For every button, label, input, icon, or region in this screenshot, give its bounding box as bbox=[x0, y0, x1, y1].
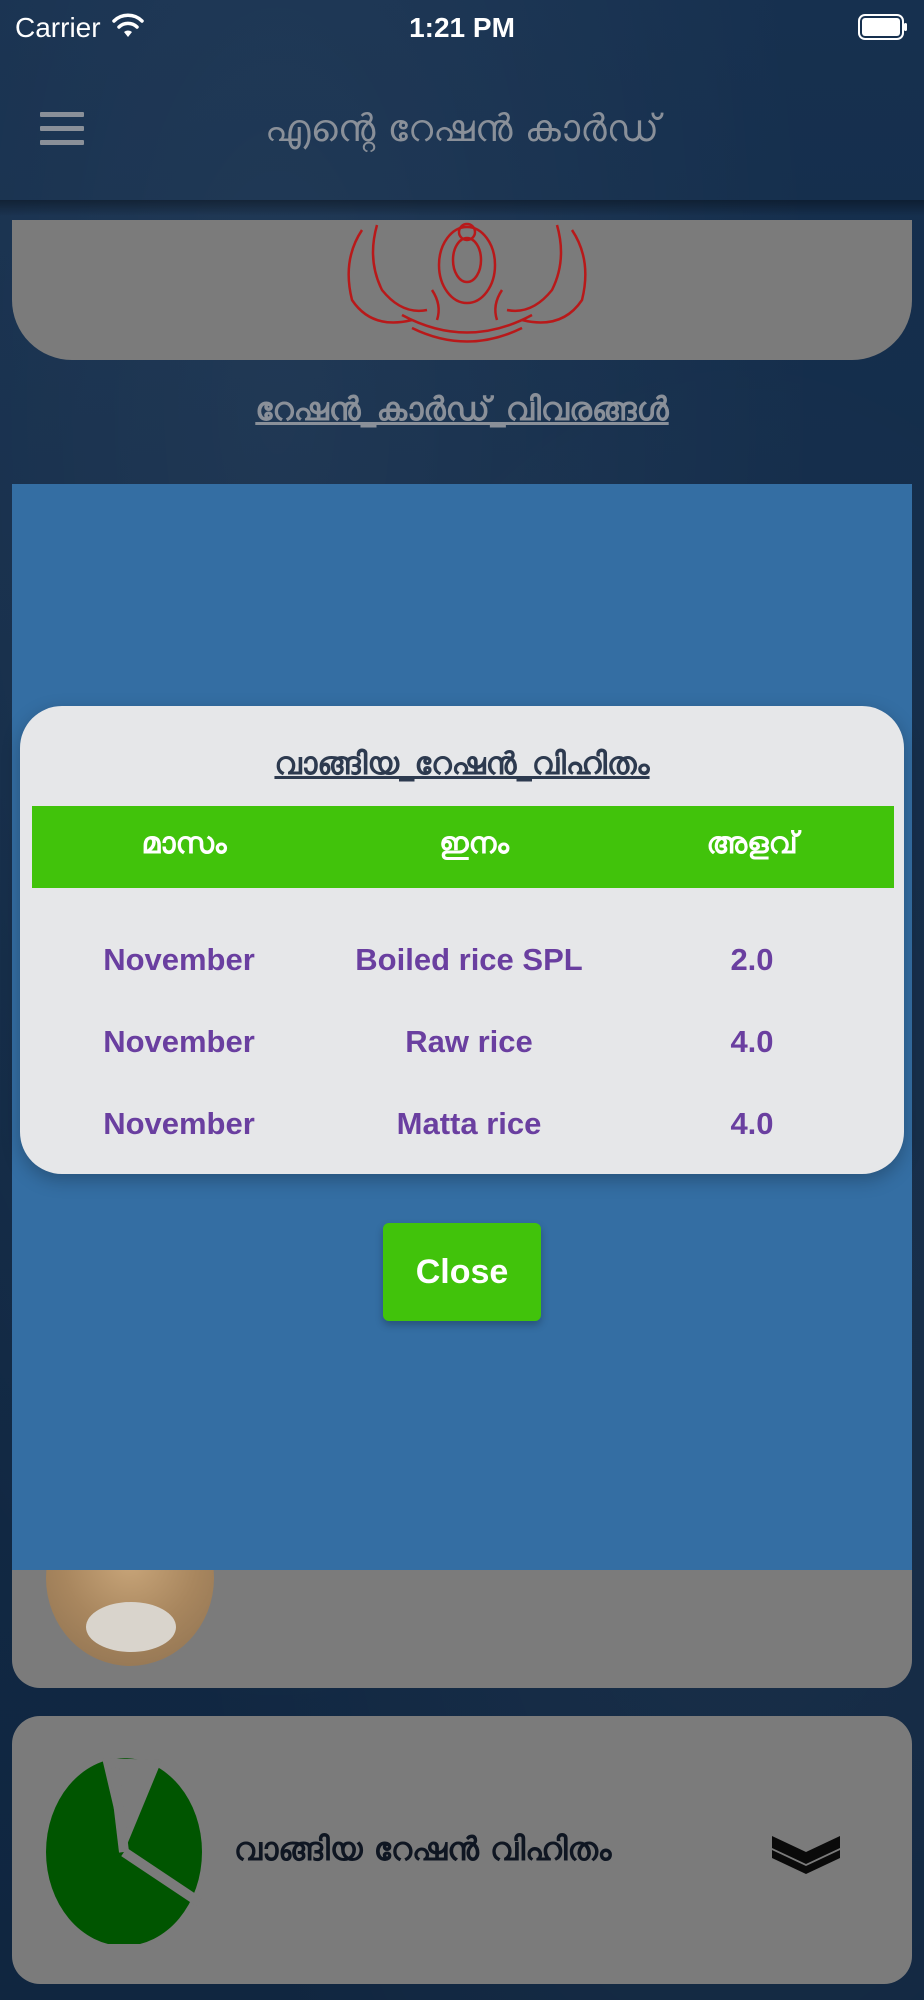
emblem-card bbox=[12, 220, 912, 360]
cell-month: November bbox=[103, 942, 255, 977]
cell-item: Boiled rice SPL bbox=[355, 942, 583, 977]
column-header-month: മാസം bbox=[141, 826, 227, 861]
table-row: November Raw rice 4.0 bbox=[32, 1016, 894, 1076]
cell-month: November bbox=[103, 1106, 255, 1141]
column-header-item: ഇനം bbox=[439, 826, 509, 861]
clock: 1:21 PM bbox=[409, 12, 515, 43]
table-row: November Boiled rice SPL 2.0 bbox=[32, 934, 894, 994]
cell-quantity: 2.0 bbox=[730, 942, 774, 977]
cell-item: Raw rice bbox=[405, 1024, 533, 1059]
app-header: എന്റെ റേഷൻ കാർഡ് bbox=[0, 56, 924, 208]
header-shadow bbox=[0, 200, 924, 216]
cell-quantity: 4.0 bbox=[730, 1106, 774, 1141]
column-header-quantity: അളവ് bbox=[706, 826, 798, 861]
dialog-title: വാങ്ങിയ_റേഷൻ_വിഹിതം bbox=[274, 746, 650, 782]
close-button[interactable]: Close bbox=[383, 1223, 541, 1321]
table-row: November Matta rice 4.0 bbox=[32, 1098, 894, 1158]
pie-chart-icon bbox=[46, 1758, 202, 1944]
table-header: മാസം ഇനം അളവ് bbox=[32, 806, 894, 888]
chevron-down-icon[interactable] bbox=[770, 1830, 842, 1874]
status-bar: Carrier 1:21 PM bbox=[0, 0, 924, 56]
page-title: എന്റെ റേഷൻ കാർഡ് bbox=[264, 106, 660, 150]
ration-card-details-link[interactable]: റേഷൻ_കാർഡ്_വിവരങ്ങൾ bbox=[0, 390, 924, 429]
cell-item: Matta rice bbox=[396, 1106, 542, 1141]
cell-quantity: 4.0 bbox=[730, 1024, 774, 1059]
battery-icon bbox=[858, 14, 907, 40]
purchased-ration-dialog: വാങ്ങിയ_റേഷൻ_വിഹിതം മാസം ഇനം അളവ് Novemb… bbox=[20, 706, 904, 1174]
purchased-ration-card[interactable]: വാങ്ങിയ റേഷൻ വിഹിതം bbox=[12, 1716, 912, 1984]
purchased-ration-label: വാങ്ങിയ റേഷൻ വിഹിതം bbox=[234, 1830, 612, 1868]
cell-month: November bbox=[103, 1024, 255, 1059]
kerala-emblem-icon bbox=[347, 222, 587, 343]
